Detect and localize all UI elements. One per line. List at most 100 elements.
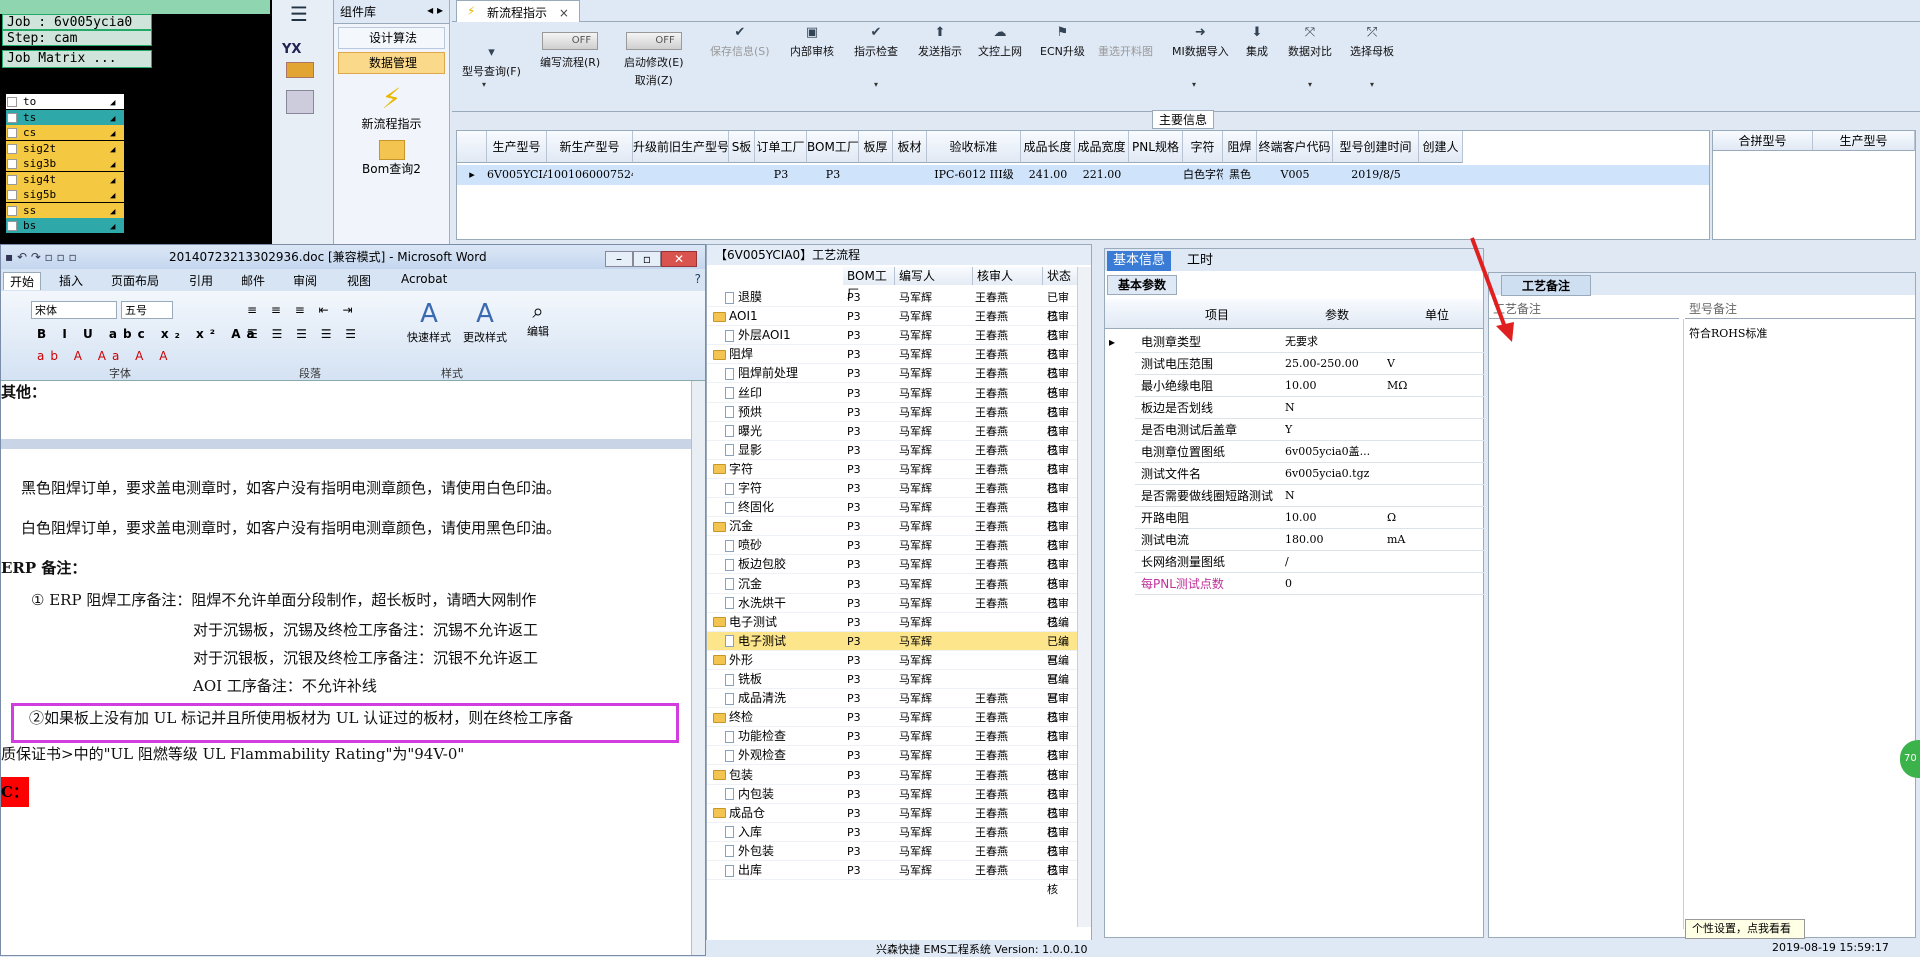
layer-checkbox[interactable] xyxy=(7,143,17,154)
grid-cell[interactable]: P3 xyxy=(807,165,859,185)
layer-row[interactable]: ss ◢ xyxy=(6,202,124,218)
param-value[interactable]: / xyxy=(1285,551,1381,573)
grid-cell[interactable] xyxy=(893,165,927,185)
param-row[interactable]: 测试电流 180.00 mA xyxy=(1135,529,1485,551)
layer-row[interactable]: to ◢ xyxy=(6,94,124,109)
align-buttons[interactable]: ☰ ☰ ☰ ☰ ☰ xyxy=(247,327,361,341)
param-row[interactable]: 长网络测量图纸 / xyxy=(1135,551,1485,573)
layer-row[interactable]: ts ◢ xyxy=(6,109,124,125)
layer-checkbox[interactable] xyxy=(7,190,17,200)
word-tab[interactable]: 审阅 xyxy=(293,272,317,289)
close-icon[interactable]: ✕ xyxy=(661,251,697,267)
word-tab[interactable]: 开始 xyxy=(3,272,42,290)
param-row[interactable]: 最小绝缘电阻 10.00 MΩ xyxy=(1135,375,1485,397)
font-size-select[interactable]: 五号 xyxy=(121,301,173,319)
param-row[interactable]: ▸ 电测章类型 无要求 xyxy=(1109,331,1485,353)
tree-row[interactable]: 外包装 P3 马军辉 王春燕 已审核 xyxy=(707,842,1077,877)
grid-col-header[interactable]: PNL规格 xyxy=(1129,131,1183,163)
layer-checkbox[interactable] xyxy=(7,205,17,216)
word-tab[interactable]: Acrobat xyxy=(401,272,447,286)
grid-col-header[interactable]: 型号创建时间 xyxy=(1333,131,1419,163)
tree-row[interactable]: 电子测试P3马军辉已编写 xyxy=(707,631,1077,667)
tree-scrollbar[interactable] xyxy=(1077,267,1091,927)
font-name-select[interactable]: 宋体 xyxy=(31,301,117,319)
layer-row[interactable]: sig5b ◢ xyxy=(6,187,124,202)
layer-checkbox[interactable] xyxy=(7,112,17,123)
edit-icon[interactable]: ◢ xyxy=(110,98,115,108)
grid-col-header[interactable]: 验收标准 xyxy=(927,131,1021,163)
tree-row[interactable]: 入库 P3 马军辉 王春燕 已审核 xyxy=(707,823,1077,858)
grid-col-header[interactable]: 板材 xyxy=(893,131,927,163)
tree-row[interactable]: 阻焊 P3 马军辉 王春燕 已审核 xyxy=(707,345,1077,380)
tree-row[interactable]: 显影 P3 马军辉 王春燕 已审核 xyxy=(707,441,1077,476)
param-row[interactable]: 每PNL测试点数 0 xyxy=(1135,573,1485,595)
grid-cell[interactable]: 白色字符 xyxy=(1183,165,1223,185)
ribbon-button[interactable]: 重选开料图 xyxy=(1098,26,1153,59)
word-scrollbar[interactable] xyxy=(691,381,705,955)
paragraph-buttons[interactable]: ≡ ≡ ≡ ⇤ ⇥ xyxy=(247,303,358,317)
layer-checkbox[interactable] xyxy=(7,221,17,231)
param-value[interactable]: 6v005ycia0盖... xyxy=(1285,441,1381,463)
dropdown-icon[interactable]: ▾ xyxy=(1192,80,1196,89)
grid-cell[interactable]: 241.00 xyxy=(1021,165,1075,185)
edit-icon[interactable]: ◢ xyxy=(110,176,115,186)
param-row[interactable]: 是否需要做线圈短路测试 N xyxy=(1135,485,1485,507)
grid-col-header[interactable]: 阻焊 xyxy=(1223,131,1257,163)
edit-icon[interactable]: ◢ xyxy=(110,222,115,232)
toggle-off-icon[interactable]: OFF xyxy=(625,32,682,50)
bom-query-shortcut[interactable]: Bom查询2 xyxy=(334,140,449,177)
tree-row[interactable]: 沉金 P3 马军辉 王春燕 已审核 xyxy=(707,575,1077,610)
ribbon-button-sublabel[interactable]: 取消(Z) xyxy=(624,72,684,88)
param-value[interactable]: N xyxy=(1285,397,1381,419)
param-row[interactable]: 是否电测试后盖章 Y xyxy=(1135,419,1485,441)
word-document[interactable]: 其他： 黑色阻焊订单，要求盖电测章时，如客户没有指明电测章颜色，请使用白色印油。… xyxy=(1,381,691,955)
close-icon[interactable]: × xyxy=(559,6,569,20)
grid-cell[interactable]: V005 xyxy=(1257,165,1333,185)
grid-cell[interactable] xyxy=(633,165,729,185)
tree-row[interactable]: 阻焊前处理 P3 马军辉 王春燕 已审核 xyxy=(707,364,1077,399)
minimize-icon[interactable]: – xyxy=(605,251,633,267)
edit-icon[interactable]: ◢ xyxy=(110,129,115,139)
grid-cell[interactable] xyxy=(859,165,893,185)
dropdown-icon[interactable]: ▾ xyxy=(1308,80,1312,89)
grid-cell[interactable]: 黑色 xyxy=(1223,165,1257,185)
edit-icon[interactable]: ◢ xyxy=(110,160,115,170)
param-value[interactable]: Y xyxy=(1285,419,1381,441)
tree-row[interactable]: 出库 P3 马军辉 王春燕 已审核 xyxy=(707,861,1077,896)
tree-row[interactable]: 字符 P3 马军辉 王春燕 已审核 xyxy=(707,479,1077,514)
word-tab[interactable]: 引用 xyxy=(189,272,213,289)
tree-row[interactable]: 曝光 P3 马军辉 王春燕 已审核 xyxy=(707,422,1077,457)
nav-data-management[interactable]: 数据管理 xyxy=(338,52,445,74)
ribbon-button[interactable]: OFF 启动修改(E) 取消(Z) xyxy=(624,32,684,88)
nav-design-algorithm[interactable]: 设计算法 xyxy=(338,27,445,49)
color-buttons[interactable]: ab A Aa A A xyxy=(37,349,173,363)
grid-cell[interactable] xyxy=(1129,165,1183,185)
param-value[interactable]: 无要求 xyxy=(1285,331,1381,353)
grid-cell[interactable] xyxy=(729,165,755,185)
grid-col-header[interactable]: 字符 xyxy=(1183,131,1223,163)
param-row[interactable]: 开路电阻 10.00 Ω xyxy=(1135,507,1485,529)
param-value[interactable]: 180.00 xyxy=(1285,529,1381,551)
grid-col-header[interactable]: 终端客户代码 xyxy=(1257,131,1333,163)
param-value[interactable]: 0 xyxy=(1285,573,1381,595)
layer-row[interactable]: bs ◢ xyxy=(6,218,124,233)
ribbon-button[interactable]: OFF 编写流程(R) xyxy=(540,32,600,70)
grid-col-header[interactable]: S板 xyxy=(729,131,755,163)
layer-row[interactable]: cs ◢ xyxy=(6,125,124,140)
grid-cell[interactable]: 10010600075248 xyxy=(547,165,633,185)
model-remark-value[interactable]: 符合ROHS标准 xyxy=(1689,325,1767,341)
tree-row[interactable]: 外观检查 P3 马军辉 王春燕 已审核 xyxy=(707,746,1077,781)
edit-icon[interactable]: ◢ xyxy=(110,145,115,155)
new-flow-shortcut[interactable]: ⚡ 新流程指示 xyxy=(334,82,449,132)
grid-col-header[interactable]: 生产型号 xyxy=(487,131,547,163)
tab-basic-info[interactable]: 基本信息 xyxy=(1107,251,1172,271)
tree-row[interactable]: 丝印 P3 马军辉 王春燕 已审核 xyxy=(707,384,1077,419)
tree-row[interactable]: 终固化 P3 马军辉 王春燕 已审核 xyxy=(707,498,1077,533)
ribbon-button[interactable]: ▣ 内部审核 xyxy=(790,26,834,59)
grid-col-header[interactable]: 升级前旧生产型号 xyxy=(633,131,729,163)
ribbon-button[interactable]: ⤱ 选择母板 xyxy=(1350,26,1394,59)
dropdown-icon[interactable]: ▾ xyxy=(1370,80,1374,89)
param-row[interactable]: 测试电压范围 25.00-250.00 V xyxy=(1135,353,1485,375)
ribbon-button[interactable]: ⤧ 数据对比 xyxy=(1288,26,1332,59)
ribbon-button[interactable]: ✔ 指示检查 xyxy=(854,26,898,59)
